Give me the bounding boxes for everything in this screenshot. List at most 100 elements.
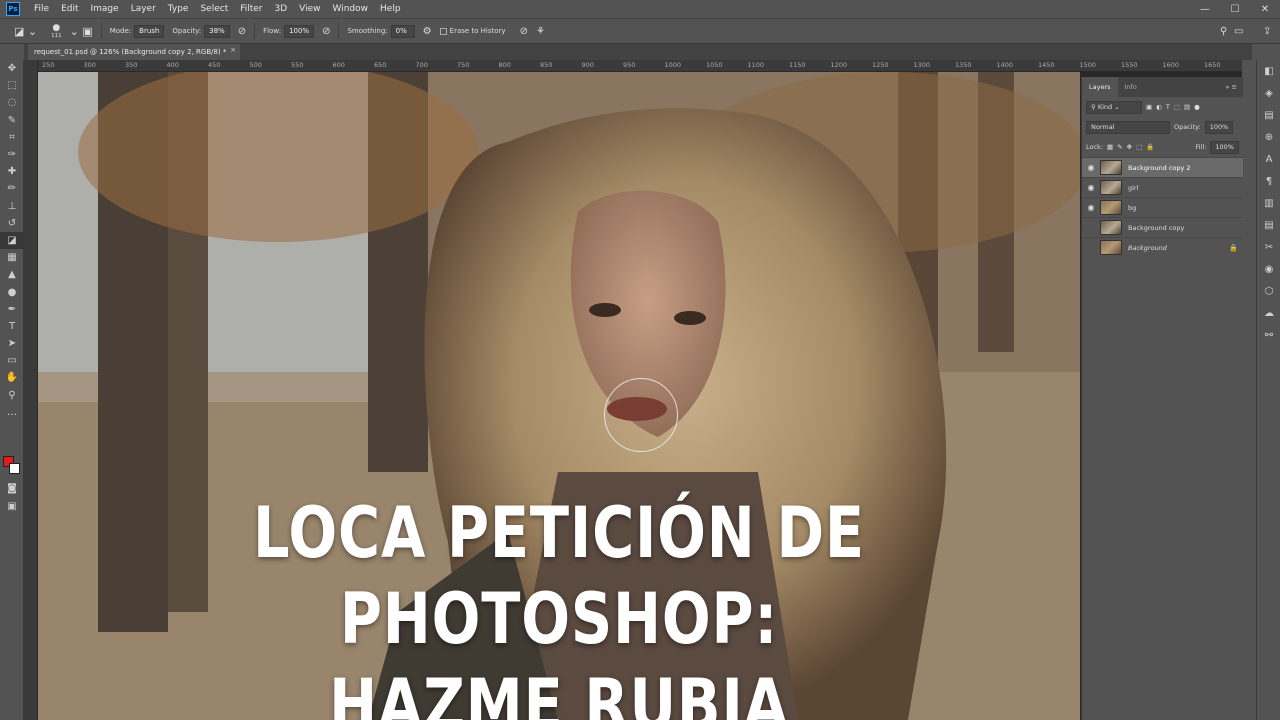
layer-opacity-input[interactable]: 100% — [1204, 120, 1234, 134]
lock-all-icon[interactable]: 🔒 — [1146, 143, 1154, 151]
notes-panel-icon[interactable]: ▤ — [1257, 214, 1280, 236]
blend-mode-select[interactable]: Normal — [1086, 120, 1170, 134]
pressure-opacity-icon[interactable]: ⊘ — [238, 26, 246, 37]
blur-tool[interactable]: ▲ — [0, 266, 24, 283]
hand-tool[interactable]: ✋ — [0, 369, 24, 386]
lasso-tool[interactable]: ◌ — [0, 94, 24, 111]
lock-artboard-icon[interactable]: ⬚ — [1136, 143, 1142, 151]
brush-panel-icon[interactable]: ⌄ ▣ — [70, 25, 93, 38]
filter-pixel-icon[interactable]: ▣ — [1146, 103, 1152, 111]
visibility-eye-icon[interactable]: ◉ — [1082, 183, 1100, 192]
type-tool[interactable]: T — [0, 318, 24, 335]
layer-row[interactable]: ◉ Background copy 2 — [1082, 157, 1243, 177]
menu-help[interactable]: Help — [374, 4, 407, 14]
brush-tool[interactable]: ✏ — [0, 180, 24, 197]
menu-image[interactable]: Image — [85, 4, 125, 14]
layer-row[interactable]: ◉ bg — [1082, 197, 1243, 217]
clone-stamp-tool[interactable]: ⊥ — [0, 198, 24, 215]
libraries-panel-icon[interactable]: ☁ — [1257, 302, 1280, 324]
eyedropper-tool[interactable]: ✑ — [0, 146, 24, 163]
filter-toggle-icon[interactable]: ● — [1194, 103, 1200, 111]
visibility-eye-icon[interactable]: ◉ — [1082, 203, 1100, 212]
tab-info[interactable]: Info — [1118, 77, 1144, 97]
fill-input[interactable]: 100% — [1210, 140, 1239, 154]
workspace-icon[interactable]: ▭ — [1234, 26, 1243, 37]
close-button[interactable]: ✕ — [1250, 0, 1280, 18]
layer-name[interactable]: Background — [1128, 244, 1229, 252]
paragraph-panel-icon[interactable]: ¶ — [1257, 170, 1280, 192]
visibility-eye-icon[interactable]: ◉ — [1082, 163, 1100, 172]
lock-transparent-icon[interactable]: ▦ — [1107, 143, 1113, 151]
menu-window[interactable]: Window — [327, 4, 375, 14]
canvas-area[interactable]: LOCA PETICIÓN DE PHOTOSHOP: HAZME RUBIA — [38, 72, 1242, 720]
pressure-size-icon[interactable]: ⊘ — [520, 26, 528, 37]
move-tool[interactable]: ✥ — [0, 60, 24, 77]
opacity-input[interactable]: 38% — [204, 24, 230, 38]
menu-type[interactable]: Type — [162, 4, 195, 14]
panel-menu-icon[interactable]: » ≡ — [1226, 83, 1244, 91]
gear-icon[interactable]: ⚙ — [423, 26, 432, 37]
pen-tool[interactable]: ✒ — [0, 301, 24, 318]
crop-tool[interactable]: ⌗ — [0, 129, 24, 146]
eraser-preset-icon[interactable]: ◪ ⌄ — [14, 25, 37, 38]
filter-adjustment-icon[interactable]: ◐ — [1156, 103, 1162, 111]
minimize-button[interactable]: — — [1190, 0, 1220, 18]
menu-view[interactable]: View — [293, 4, 326, 14]
brush-size-picker[interactable]: ● 111 — [51, 23, 62, 39]
layer-name[interactable]: girl — [1128, 184, 1243, 192]
path-select-tool[interactable]: ➤ — [0, 335, 24, 352]
mode-select[interactable]: Brush — [134, 24, 165, 38]
smoothing-input[interactable]: 0% — [390, 24, 415, 38]
tools-presets-icon[interactable]: ✂ — [1257, 236, 1280, 258]
layer-row[interactable]: Background 🔒 — [1082, 237, 1243, 257]
document-image[interactable]: LOCA PETICIÓN DE PHOTOSHOP: HAZME RUBIA — [38, 72, 1080, 720]
filter-type-icon[interactable]: T — [1166, 103, 1170, 111]
layers-panel-icon[interactable]: ◈ — [1257, 82, 1280, 104]
search-icon[interactable]: ⚲ — [1220, 26, 1227, 37]
filter-shape-icon[interactable]: ⬚ — [1174, 103, 1180, 111]
more-tools[interactable]: … — [0, 404, 24, 421]
menu-file[interactable]: File — [28, 4, 55, 14]
background-color-swatch[interactable] — [9, 463, 20, 474]
layer-row[interactable]: ◉ girl — [1082, 177, 1243, 197]
filter-smart-object-icon[interactable]: ▤ — [1184, 103, 1190, 111]
navigator-panel-icon[interactable]: ⚯ — [1257, 324, 1280, 346]
screen-mode-icon[interactable]: ▣ — [0, 498, 24, 515]
layer-name[interactable]: Background copy 2 — [1128, 164, 1243, 172]
layer-row[interactable]: Background copy — [1082, 217, 1243, 237]
airbrush-icon[interactable]: ⊘ — [322, 26, 330, 37]
marquee-tool[interactable]: ⬚ — [0, 77, 24, 94]
maximize-button[interactable]: ☐ — [1220, 0, 1250, 18]
character-panel-icon[interactable]: A — [1257, 148, 1280, 170]
menu-edit[interactable]: Edit — [55, 4, 84, 14]
quick-mask-icon[interactable]: ◙ — [0, 480, 24, 497]
lock-position-icon[interactable]: ✥ — [1127, 143, 1132, 151]
rectangle-tool[interactable]: ▭ — [0, 352, 24, 369]
share-icon[interactable]: ⇪ — [1263, 26, 1271, 37]
adjustments-panel-icon[interactable]: ⊕ — [1257, 126, 1280, 148]
dodge-tool[interactable]: ● — [0, 283, 24, 300]
healing-tool[interactable]: ✚ — [0, 163, 24, 180]
color-panel-icon[interactable]: ◧ — [1257, 60, 1280, 82]
menu-select[interactable]: Select — [194, 4, 234, 14]
close-tab-icon[interactable]: × — [230, 46, 236, 54]
tab-layers[interactable]: Layers — [1082, 77, 1118, 97]
menu-filter[interactable]: Filter — [234, 4, 268, 14]
menu-layer[interactable]: Layer — [125, 4, 162, 14]
symmetry-icon[interactable]: ⚘ — [536, 26, 545, 37]
properties-panel-icon[interactable]: ▥ — [1257, 192, 1280, 214]
styles-panel-icon[interactable]: ◉ — [1257, 258, 1280, 280]
lock-image-icon[interactable]: ✎ — [1117, 143, 1122, 151]
layer-name[interactable]: Background copy — [1128, 224, 1243, 232]
zoom-tool[interactable]: ⚲ — [0, 387, 24, 404]
layer-filter-select[interactable]: ⚲ Kind ⌄ — [1086, 100, 1142, 114]
paths-panel-icon[interactable]: ⬡ — [1257, 280, 1280, 302]
layer-name[interactable]: bg — [1128, 204, 1243, 212]
history-brush-tool[interactable]: ↺ — [0, 215, 24, 232]
quick-select-tool[interactable]: ✎ — [0, 112, 24, 129]
erase-to-history-checkbox[interactable]: Erase to History — [439, 27, 506, 35]
document-tab[interactable]: request_01.psd @ 126% (Background copy 2… — [28, 44, 240, 60]
channels-panel-icon[interactable]: ▤ — [1257, 104, 1280, 126]
eraser-tool[interactable]: ◪ — [0, 231, 24, 250]
menu-3d[interactable]: 3D — [269, 4, 294, 14]
